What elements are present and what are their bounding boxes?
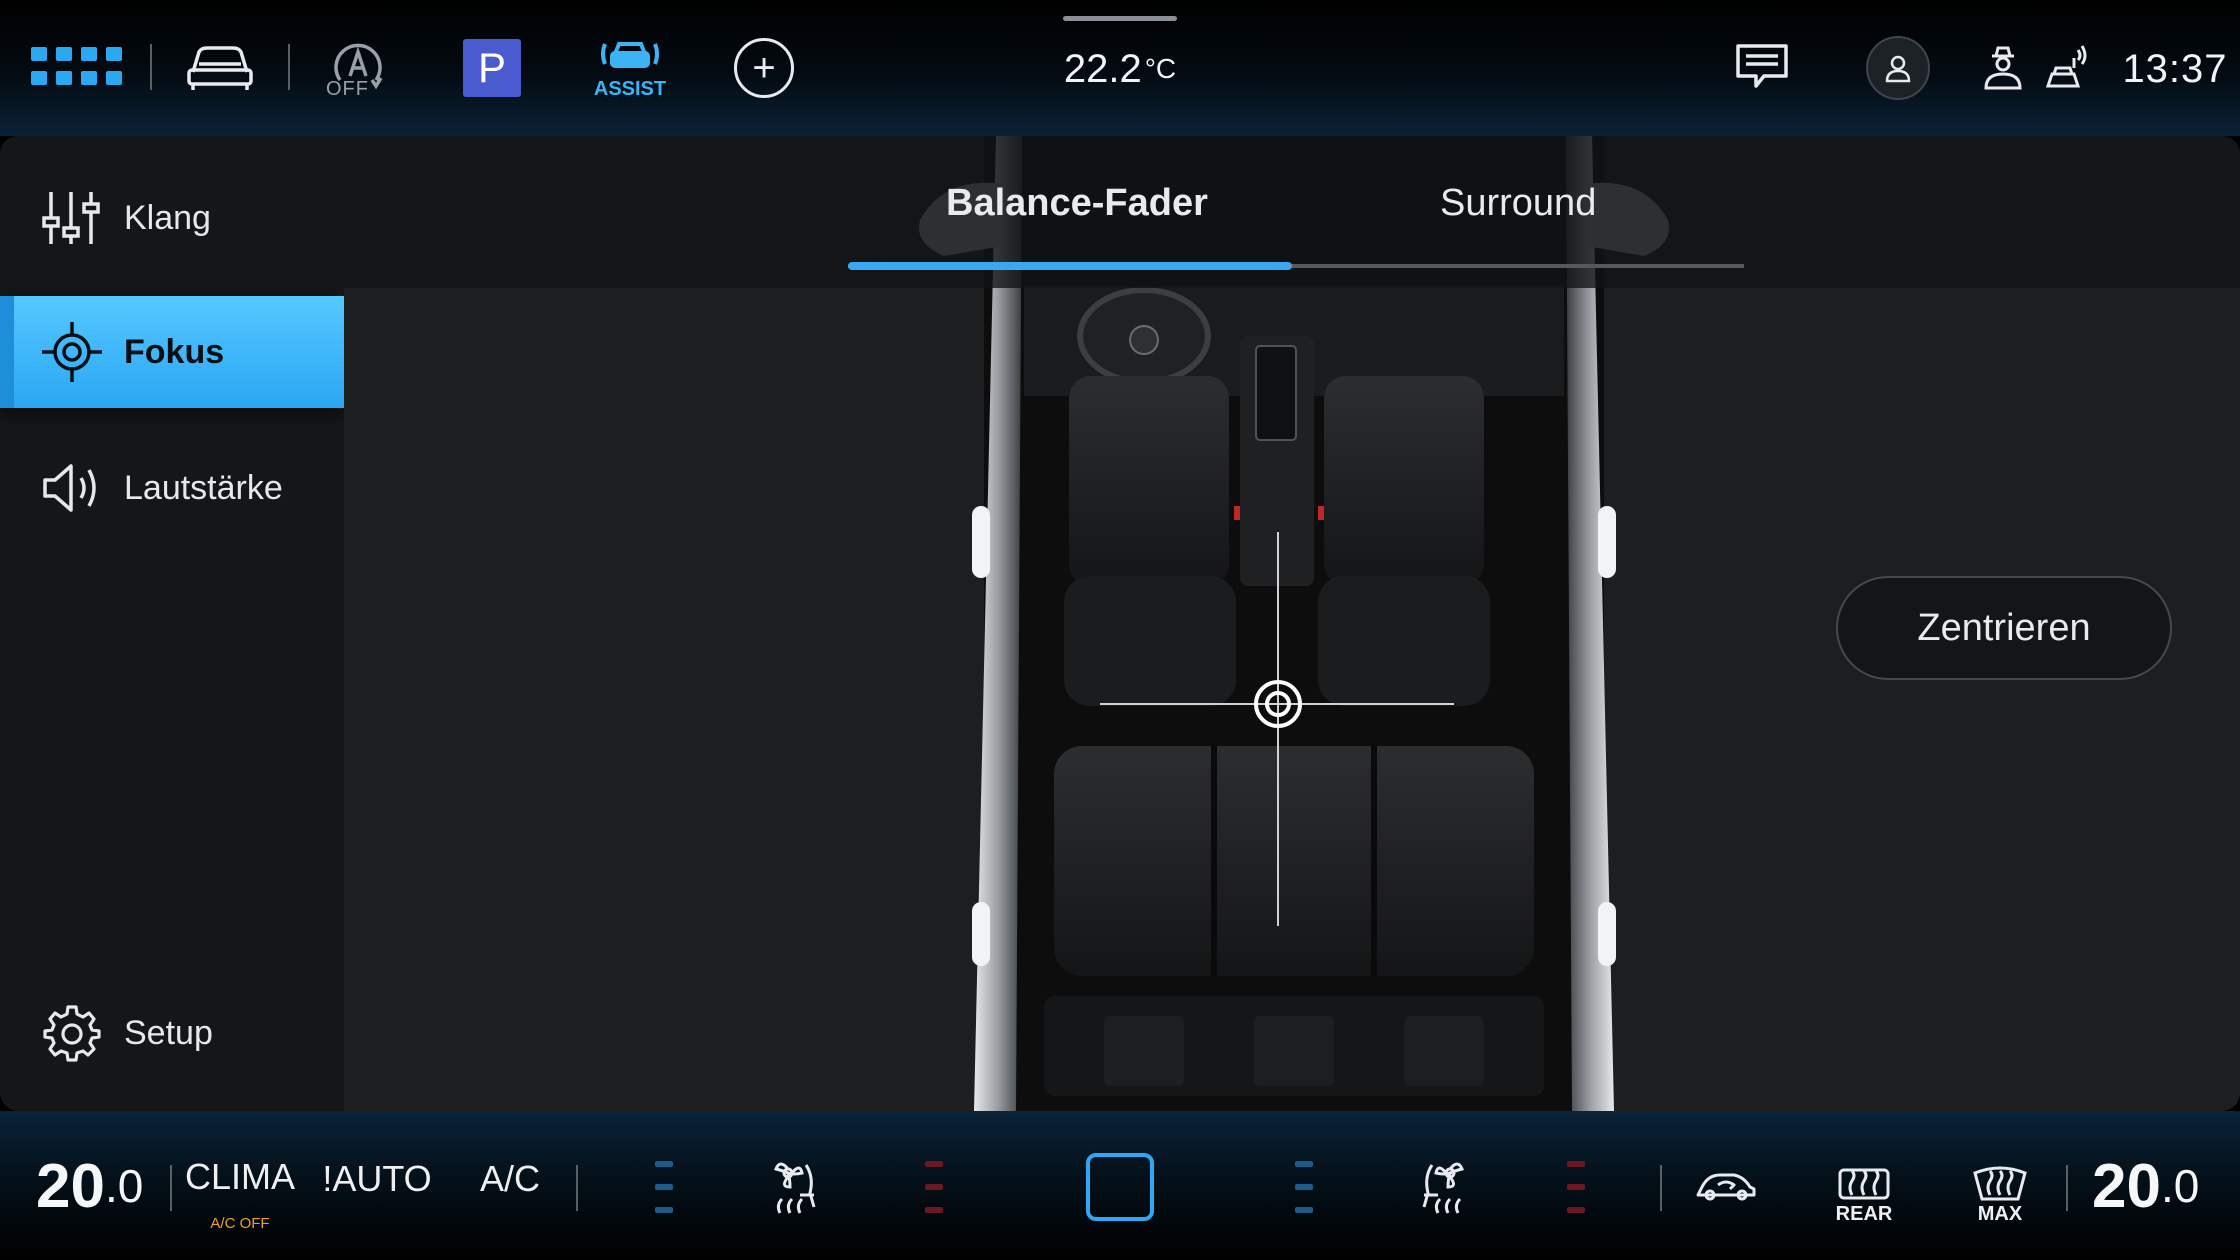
driver-detection-icon[interactable] bbox=[1982, 44, 2024, 92]
tab-balance-fader[interactable]: Balance-Fader bbox=[946, 182, 1208, 225]
passenger-heating-level bbox=[1566, 1161, 1586, 1213]
sidebar-item-label: Fokus bbox=[124, 332, 225, 371]
divider bbox=[288, 44, 290, 90]
driver-seat-ventilation-icon[interactable] bbox=[768, 1157, 828, 1217]
passenger-seat-ventilation-icon[interactable] bbox=[1410, 1157, 1470, 1217]
speaker-volume-icon bbox=[38, 454, 106, 522]
connectivity-icon[interactable] bbox=[2044, 44, 2088, 92]
pull-down-handle[interactable] bbox=[1063, 16, 1177, 21]
ac-off-status: A/C OFF bbox=[210, 1214, 270, 1232]
clock: 13:37 bbox=[2122, 46, 2228, 91]
outside-temperature: 22.2 °C bbox=[1040, 44, 1200, 94]
driver-temperature[interactable]: 20.0 bbox=[36, 1151, 143, 1221]
tab-bar: Balance-Fader Surround bbox=[344, 136, 2240, 288]
assist-button[interactable]: ASSIST bbox=[590, 36, 670, 102]
divider bbox=[1660, 1165, 1662, 1211]
driver-heating-level bbox=[924, 1161, 944, 1213]
passenger-temp-int: 20 bbox=[2092, 1151, 2161, 1221]
add-shortcut-button[interactable]: + bbox=[734, 38, 794, 98]
divider bbox=[150, 44, 152, 90]
air-recirculation-icon[interactable] bbox=[1694, 1163, 1758, 1207]
divider bbox=[576, 1165, 578, 1211]
driver-temp-int: 20 bbox=[36, 1151, 105, 1221]
sync-button[interactable] bbox=[1086, 1153, 1154, 1221]
gear-icon bbox=[38, 999, 106, 1067]
driver-temp-dec: .0 bbox=[104, 1160, 144, 1212]
vehicle-icon[interactable] bbox=[185, 38, 255, 94]
sidebar-item-label: Setup bbox=[124, 1013, 213, 1052]
auto-hold-button[interactable]: OFF bbox=[322, 32, 394, 102]
driver-cooling-level bbox=[654, 1161, 674, 1213]
clima-button[interactable]: CLIMA bbox=[185, 1155, 295, 1199]
sidebar-item-label: Lautstärke bbox=[124, 468, 283, 507]
divider bbox=[170, 1165, 172, 1211]
windshield-heat-icon bbox=[1973, 1166, 2027, 1200]
sidebar-item-label: Klang bbox=[124, 198, 211, 237]
climate-bar: 20.0 CLIMA A/C OFF !AUTO A/C REAR MAX 20… bbox=[0, 1111, 2240, 1260]
audio-sidebar: Klang Fokus Lautstärke Setup bbox=[0, 136, 344, 1111]
temp-unit: °C bbox=[1144, 53, 1177, 84]
assist-label: ASSIST bbox=[593, 78, 667, 100]
passenger-cooling-level bbox=[1294, 1161, 1314, 1213]
messages-icon[interactable] bbox=[1734, 42, 1790, 94]
passenger-temp-dec: .0 bbox=[2160, 1160, 2200, 1212]
equalizer-sliders-icon bbox=[38, 184, 106, 252]
park-assist-button[interactable]: P bbox=[463, 39, 521, 97]
rear-window-heat-icon bbox=[1838, 1168, 1890, 1199]
ac-button[interactable]: A/C bbox=[478, 1158, 542, 1199]
rear-defrost-button[interactable]: REAR bbox=[1832, 1159, 1896, 1233]
tab-surround[interactable]: Surround bbox=[1440, 182, 1596, 225]
user-profile-button[interactable] bbox=[1866, 36, 1930, 100]
plus-icon: + bbox=[752, 46, 776, 90]
focus-target-icon bbox=[38, 318, 106, 386]
auto-button[interactable]: !AUTO bbox=[322, 1158, 432, 1199]
sidebar-item-fokus[interactable]: Fokus bbox=[0, 296, 344, 408]
center-focus-button[interactable]: Zentrieren bbox=[1836, 576, 2172, 680]
balance-fader-panel: Balance-Fader Surround Zentrieren bbox=[344, 136, 2240, 1111]
park-label: P bbox=[477, 44, 506, 91]
rear-label: REAR bbox=[1835, 1202, 1893, 1225]
passenger-temperature[interactable]: 20.0 bbox=[2092, 1151, 2199, 1221]
auto-hold-off-label: OFF bbox=[326, 78, 369, 100]
max-label: MAX bbox=[1977, 1202, 2023, 1225]
max-defrost-button[interactable]: MAX bbox=[1968, 1157, 2032, 1233]
sidebar-item-setup[interactable]: Setup bbox=[0, 977, 344, 1089]
active-tab-indicator bbox=[848, 262, 1292, 270]
sidebar-item-lautstaerke[interactable]: Lautstärke bbox=[0, 432, 344, 544]
divider bbox=[2066, 1165, 2068, 1211]
sidebar-item-klang[interactable]: Klang bbox=[0, 162, 344, 274]
app-grid-icon[interactable] bbox=[30, 46, 122, 86]
user-icon bbox=[1885, 55, 1911, 83]
status-bar: OFF P ASSIST + 22.2 °C 13:37 bbox=[0, 0, 2240, 136]
outside-temp-value: 22.2 bbox=[1063, 46, 1142, 91]
